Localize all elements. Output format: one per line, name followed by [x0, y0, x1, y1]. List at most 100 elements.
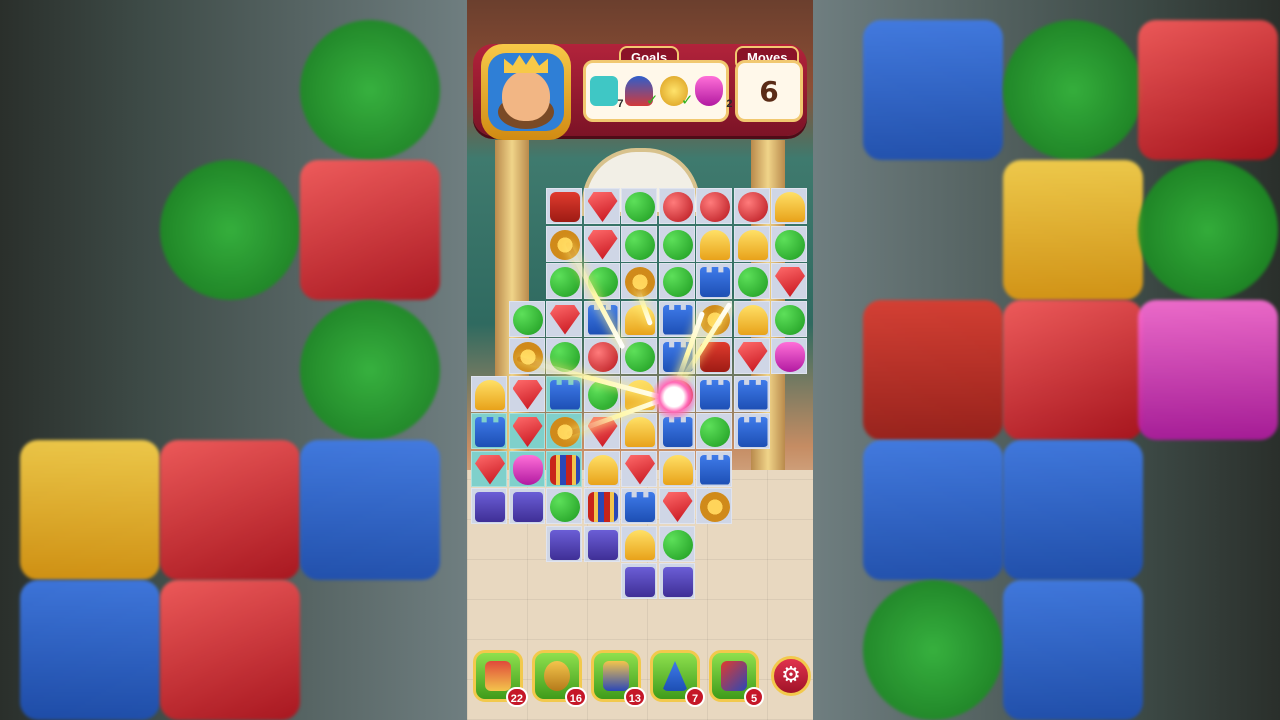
board-cell[interactable] — [546, 188, 582, 224]
board-cell[interactable] — [508, 450, 545, 487]
board-cell[interactable] — [508, 413, 545, 449]
board-cell[interactable] — [771, 300, 807, 337]
tower-icon — [475, 417, 505, 447]
board-cell[interactable] — [733, 375, 770, 412]
board-cell[interactable] — [658, 488, 695, 524]
crate-icon — [512, 492, 543, 522]
board-cell[interactable] — [621, 300, 657, 337]
board-cell[interactable] — [621, 450, 657, 487]
helmet-icon — [662, 454, 693, 485]
board-cell[interactable] — [583, 488, 620, 524]
board-cell[interactable] — [583, 525, 620, 562]
board-cell[interactable] — [546, 263, 582, 299]
board-cell[interactable] — [508, 375, 545, 412]
blurred-tulip-icon — [1138, 300, 1278, 440]
settings-button[interactable]: ⚙ — [771, 656, 811, 696]
blurred-clover-icon — [300, 300, 440, 440]
gem-icon — [550, 304, 580, 335]
board-cell[interactable] — [696, 413, 732, 449]
board-cell[interactable] — [696, 263, 732, 299]
board-cell[interactable] — [583, 338, 620, 374]
helmet-icon — [775, 192, 805, 222]
blurred-helmet-icon — [20, 440, 160, 580]
board-cell[interactable] — [546, 450, 582, 487]
crate-icon — [625, 567, 655, 597]
board-cell[interactable] — [546, 375, 582, 412]
clover-icon — [662, 229, 693, 260]
wizard-booster-button[interactable]: 7 — [650, 650, 705, 707]
board-cell[interactable] — [696, 450, 732, 487]
clover-icon — [625, 192, 655, 222]
board-cell[interactable] — [696, 225, 732, 262]
board-cell[interactable] — [771, 225, 807, 262]
board-cell[interactable] — [471, 450, 507, 487]
board-cell[interactable] — [733, 263, 770, 299]
board-cell[interactable] — [733, 225, 770, 262]
tower-icon — [737, 417, 768, 447]
board-cell[interactable] — [621, 563, 657, 599]
cannon-booster-button[interactable]: 16 — [532, 650, 587, 707]
gem-icon — [587, 192, 618, 222]
board-cell[interactable] — [658, 450, 695, 487]
ball-icon — [662, 192, 693, 222]
goal-complete-check: ✓ — [680, 91, 694, 109]
board-cell[interactable] — [546, 300, 582, 337]
board-cell[interactable] — [621, 188, 657, 224]
board-cell[interactable] — [621, 338, 657, 374]
gem-icon — [625, 454, 655, 485]
booster-count: 5 — [744, 687, 764, 707]
board-cell[interactable] — [583, 225, 620, 262]
clover-icon — [512, 304, 543, 335]
board-cell[interactable] — [508, 488, 545, 524]
moves-counter: 6 — [735, 60, 803, 122]
board-cell[interactable] — [658, 563, 695, 599]
board-cell[interactable] — [733, 413, 770, 449]
board-cell[interactable] — [733, 188, 770, 224]
king-figure-icon: ✓ — [624, 76, 659, 109]
board-cell[interactable] — [696, 488, 732, 524]
board-cell[interactable] — [658, 300, 695, 337]
helmet-icon — [737, 229, 768, 260]
blurred-tower-icon — [1003, 440, 1143, 580]
board-cell[interactable] — [696, 375, 732, 412]
jester-booster-button[interactable]: 5 — [709, 650, 764, 707]
board-cell[interactable] — [771, 188, 807, 224]
board-cell[interactable] — [621, 488, 657, 524]
board-cell[interactable] — [771, 338, 807, 374]
board-cell[interactable] — [696, 188, 732, 224]
arrow-booster-button[interactable]: 13 — [591, 650, 646, 707]
board-cell[interactable] — [733, 300, 770, 337]
crown-icon — [504, 55, 548, 73]
board-cell[interactable] — [621, 225, 657, 262]
board-cell[interactable] — [546, 525, 582, 562]
board-cell[interactable] — [508, 300, 545, 337]
board-cell[interactable] — [658, 263, 695, 299]
ball-icon — [737, 192, 768, 222]
golden-pot-icon: ✓ — [659, 76, 694, 109]
clover-icon — [625, 229, 655, 260]
blurred-background-right — [813, 0, 1280, 720]
board-cell[interactable] — [471, 413, 507, 449]
board-cell[interactable] — [621, 525, 657, 562]
board-cell[interactable] — [508, 338, 545, 374]
board-cell[interactable] — [583, 450, 620, 487]
board-cell[interactable] — [771, 263, 807, 299]
clover-icon — [662, 267, 693, 297]
blurred-tower-icon — [1003, 580, 1143, 720]
board-cell[interactable] — [658, 225, 695, 262]
board-cell[interactable] — [658, 525, 695, 562]
board-cell[interactable] — [471, 488, 507, 524]
goal-complete-check: ✓ — [645, 91, 659, 109]
board-cell[interactable] — [546, 488, 582, 524]
board-cell[interactable] — [621, 413, 657, 449]
cannon-icon — [544, 661, 570, 691]
board-cell[interactable] — [733, 338, 770, 374]
board-cell[interactable] — [471, 375, 507, 412]
blurred-clover-icon — [863, 580, 1003, 720]
blurred-clover-icon — [300, 20, 440, 160]
tower-icon — [700, 267, 730, 297]
board-cell[interactable] — [583, 188, 620, 224]
helmet-icon — [625, 417, 655, 447]
board-cell[interactable] — [658, 188, 695, 224]
hammer-booster-button[interactable]: 22 — [473, 650, 528, 707]
